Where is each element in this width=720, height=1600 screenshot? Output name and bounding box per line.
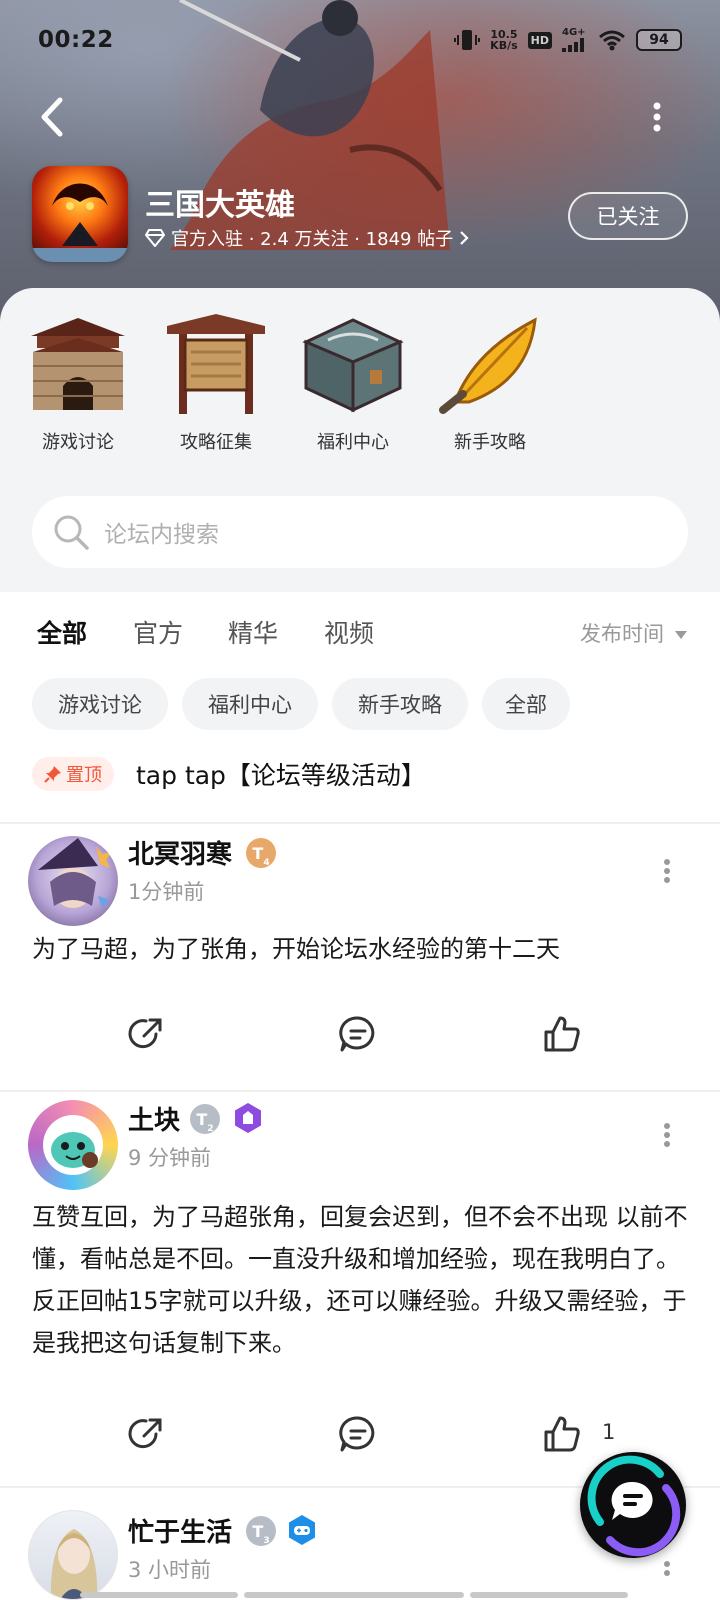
pinned-post[interactable]: 置顶 tap tap【论坛等级活动】 bbox=[32, 756, 426, 792]
post-time: 3 小时前 bbox=[128, 1558, 212, 1582]
post-time: 9 分钟前 bbox=[128, 1146, 212, 1170]
battery-indicator: 94 bbox=[636, 29, 682, 51]
game-icon bbox=[32, 166, 128, 262]
level-letter: T bbox=[252, 843, 264, 863]
share-icon[interactable] bbox=[126, 1414, 166, 1454]
gamer-badge-icon bbox=[289, 1515, 315, 1545]
pinned-badge-label: 置顶 bbox=[66, 765, 102, 786]
author-name[interactable]: 北冥羽寒 bbox=[128, 834, 232, 871]
quick-link-welfare-center[interactable]: 福利中心 bbox=[293, 306, 413, 454]
tab-featured[interactable]: 精华 bbox=[228, 614, 278, 650]
chip-welfare-center[interactable]: 福利中心 bbox=[182, 678, 318, 730]
chip-game-discussion[interactable]: 游戏讨论 bbox=[32, 678, 168, 730]
author-name[interactable]: 土块 bbox=[128, 1100, 180, 1137]
treasure-chest-icon bbox=[302, 318, 404, 413]
like-icon[interactable] bbox=[542, 1414, 582, 1454]
caret-down-icon bbox=[674, 631, 687, 639]
network-type: 4G+ bbox=[562, 27, 586, 38]
home-indicator-segment bbox=[244, 1592, 464, 1598]
post-time: 1分钟前 bbox=[128, 880, 205, 904]
status-bar: 00:22 10.5 KB/s HD 4G+ 94 bbox=[0, 0, 720, 80]
avatar[interactable] bbox=[28, 836, 118, 926]
forum-title: 三国大英雄 bbox=[145, 188, 295, 223]
quick-link-label: 游戏讨论 bbox=[42, 432, 114, 453]
post-more-icon[interactable] bbox=[662, 858, 672, 884]
verified-diamond-icon bbox=[145, 229, 165, 247]
share-icon[interactable] bbox=[126, 1014, 166, 1054]
back-arrow-icon[interactable] bbox=[38, 96, 68, 138]
divider bbox=[0, 822, 720, 824]
net-speed-unit: KB/s bbox=[490, 39, 518, 52]
chat-fab-button[interactable] bbox=[580, 1452, 686, 1558]
chevron-right-icon bbox=[460, 231, 469, 245]
level-number: 3 bbox=[263, 1536, 270, 1546]
avatar[interactable] bbox=[28, 1510, 118, 1600]
author-name[interactable]: 忙于生活 bbox=[128, 1512, 232, 1549]
wifi-icon bbox=[599, 30, 625, 51]
tab-official[interactable]: 官方 bbox=[133, 614, 183, 650]
net-speed: 10.5 KB/s bbox=[490, 29, 517, 51]
level-badge: T 4 bbox=[246, 838, 276, 868]
cell-signal-icon: 4G+ bbox=[562, 28, 588, 52]
home-indicator-segment bbox=[80, 1592, 238, 1598]
forum-meta[interactable]: 官方入驻 · 2.4 万关注 · 1849 帖子 bbox=[145, 225, 469, 251]
tab-all[interactable]: 全部 bbox=[37, 614, 88, 652]
post-content[interactable]: 为了马超，为了张角，开始论坛水经验的第十二天 bbox=[32, 928, 692, 970]
forum-stats: 官方入驻 · 2.4 万关注 · 1849 帖子 bbox=[171, 229, 454, 250]
post-tabs: 全部 官方 精华 视频 发布时间 bbox=[0, 592, 720, 672]
notice-board-icon bbox=[167, 314, 265, 414]
hd-icon: HD bbox=[527, 31, 552, 49]
more-options-icon[interactable] bbox=[650, 102, 664, 132]
pinned-title: tap tap【论坛等级活动】 bbox=[136, 761, 426, 790]
home-indicator-segment bbox=[470, 1592, 628, 1598]
post-card[interactable]: 土块 T 2 9 分钟前 互赞互回，为了马超张角，回复会迟到，但不会不出现 以前… bbox=[0, 1094, 720, 1484]
like-count: 1 bbox=[602, 1420, 616, 1444]
forum-header-banner: 00:22 10.5 KB/s HD 4G+ 94 三国大英雄 官方入驻 · 2… bbox=[0, 0, 720, 330]
sort-dropdown[interactable]: 发布时间 bbox=[580, 618, 687, 648]
level-letter: T bbox=[196, 1109, 208, 1129]
vibrate-icon bbox=[454, 30, 481, 50]
level-letter: T bbox=[252, 1521, 264, 1541]
level-number: 4 bbox=[263, 858, 270, 868]
comment-icon[interactable] bbox=[338, 1014, 378, 1054]
post-card[interactable]: 北冥羽寒 T 4 1分钟前 为了马超，为了张角，开始论坛水经验的第十二天 bbox=[0, 826, 720, 1086]
quick-link-beginner-guide[interactable]: 新手攻略 bbox=[430, 306, 550, 454]
category-chips: 游戏讨论 福利中心 新手攻略 全部 bbox=[0, 678, 720, 734]
forum-shortcuts-panel: 游戏讨论 攻略征集 福利中心 新手攻略 论坛内搜索 bbox=[0, 288, 720, 592]
golden-feather-icon bbox=[439, 317, 537, 414]
quick-link-label: 攻略征集 bbox=[180, 432, 252, 453]
post-more-icon[interactable] bbox=[662, 1122, 672, 1148]
avatar[interactable] bbox=[28, 1100, 118, 1190]
quick-link-label: 福利中心 bbox=[317, 432, 389, 453]
forum-search-bar[interactable]: 论坛内搜索 bbox=[32, 496, 688, 568]
sort-label: 发布时间 bbox=[580, 622, 664, 646]
quick-link-label: 新手攻略 bbox=[454, 432, 526, 453]
comment-icon[interactable] bbox=[338, 1414, 378, 1454]
tab-video[interactable]: 视频 bbox=[324, 614, 374, 650]
level-badge: T 2 bbox=[190, 1104, 220, 1134]
status-time: 00:22 bbox=[38, 27, 114, 53]
chip-beginner-guide[interactable]: 新手攻略 bbox=[332, 678, 468, 730]
pin-icon bbox=[44, 766, 61, 783]
quick-link-guide-collection[interactable]: 攻略征集 bbox=[156, 306, 276, 454]
chip-all[interactable]: 全部 bbox=[482, 678, 570, 730]
search-icon bbox=[54, 515, 89, 550]
search-placeholder: 论坛内搜索 bbox=[104, 522, 219, 548]
chat-bubble-icon bbox=[587, 1455, 681, 1557]
level-badge: T 3 bbox=[246, 1516, 276, 1546]
pinned-badge: 置顶 bbox=[32, 757, 114, 791]
post-content[interactable]: 互赞互回，为了马超张角，回复会迟到，但不会不出现 以前不懂，看帖总是不回。一直没… bbox=[32, 1196, 692, 1364]
like-icon[interactable] bbox=[542, 1014, 582, 1054]
quick-link-game-discussion[interactable]: 游戏讨论 bbox=[18, 306, 138, 454]
creator-badge-icon bbox=[235, 1103, 261, 1133]
level-number: 2 bbox=[207, 1124, 214, 1134]
city-gate-icon bbox=[31, 318, 125, 410]
divider bbox=[0, 1090, 720, 1092]
follow-button[interactable]: 已关注 bbox=[568, 192, 688, 240]
post-more-icon[interactable] bbox=[662, 1560, 672, 1586]
